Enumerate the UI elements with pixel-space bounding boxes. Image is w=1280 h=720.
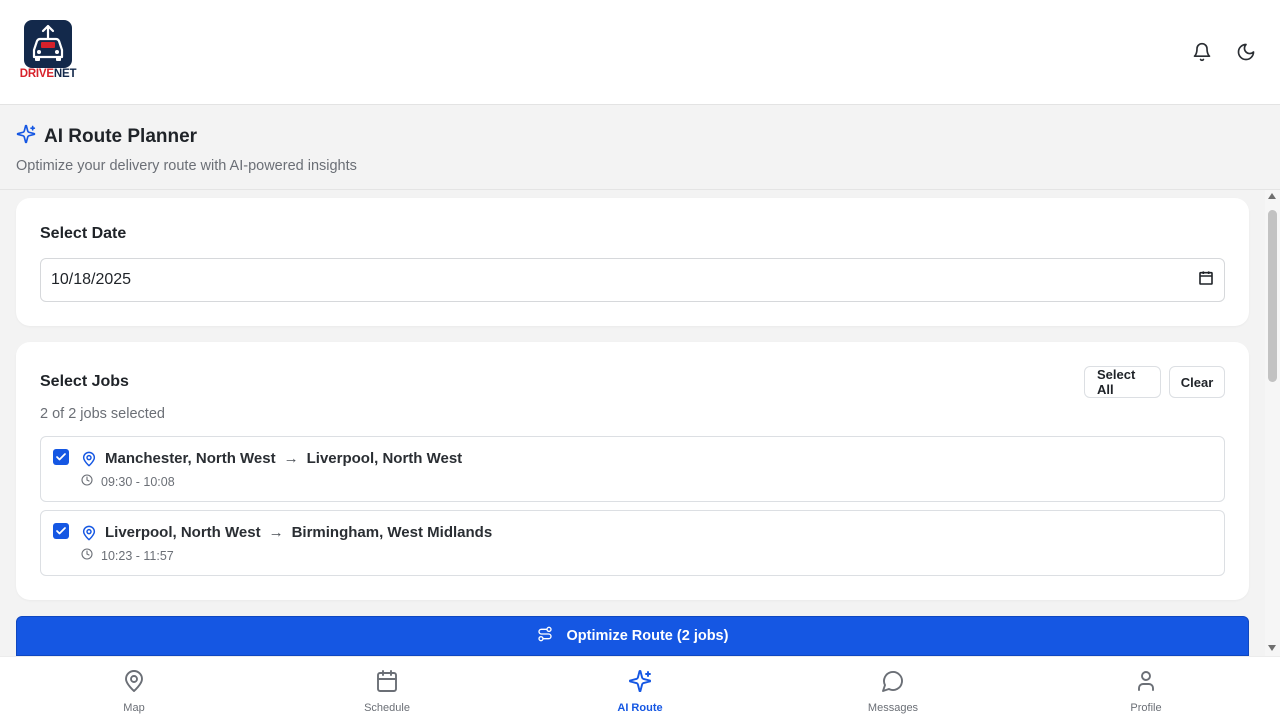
- clock-icon: [81, 474, 93, 489]
- nav-messages[interactable]: Messages: [843, 669, 943, 717]
- check-icon: [56, 527, 66, 535]
- moon-icon[interactable]: [1236, 42, 1256, 62]
- job-origin: Liverpool, North West: [105, 524, 261, 541]
- top-bar: DRIVENET: [0, 0, 1280, 105]
- page-title: AI Route Planner: [44, 125, 198, 147]
- arrow-right-icon: →: [283, 450, 299, 467]
- nav-ai-route[interactable]: AI Route: [590, 669, 690, 717]
- job-destination: Birmingham, West Midlands: [291, 524, 493, 541]
- route-icon: [537, 626, 553, 646]
- date-input[interactable]: 10/18/2025: [40, 258, 1225, 302]
- date-card: Select Date 10/18/2025: [16, 198, 1249, 326]
- job-destination: Liverpool, North West: [306, 450, 463, 467]
- job-checkbox[interactable]: [53, 449, 69, 465]
- scroll-thumb[interactable]: [1268, 210, 1277, 382]
- nav-label: Schedule: [364, 702, 410, 714]
- job-checkbox[interactable]: [53, 523, 69, 539]
- sparkles-icon: [16, 124, 36, 149]
- nav-label: Profile: [1130, 702, 1162, 714]
- date-value: 10/18/2025: [51, 271, 132, 288]
- optimize-route-label: Optimize Route (2 jobs): [566, 628, 729, 644]
- jobs-card: Select Jobs Select All Clear 2 of 2 jobs…: [16, 342, 1249, 600]
- scroll-down-arrow[interactable]: [1268, 645, 1276, 651]
- job-item[interactable]: Manchester, North West → Liverpool, Nort…: [40, 436, 1225, 502]
- jobs-section-title: Select Jobs: [40, 373, 129, 390]
- nav-map[interactable]: Map: [84, 669, 184, 717]
- nav-label: AI Route: [617, 702, 663, 714]
- select-all-button[interactable]: Select All: [1084, 366, 1161, 398]
- page-subtitle: Optimize your delivery route with AI-pow…: [16, 158, 357, 174]
- job-time: 10:23 - 11:57: [81, 548, 174, 563]
- bell-icon[interactable]: [1192, 42, 1212, 62]
- map-pin-icon: [81, 451, 97, 467]
- arrow-right-icon: →: [268, 524, 284, 541]
- bottom-nav: Map Schedule AI Route Messages Profile: [0, 656, 1280, 720]
- logo-wordmark: DRIVENET: [18, 68, 78, 80]
- map-pin-icon: [122, 669, 146, 698]
- nav-profile[interactable]: Profile: [1096, 669, 1196, 717]
- calendar-icon: [375, 669, 399, 698]
- drivenet-logo[interactable]: DRIVENET: [18, 20, 78, 82]
- date-section-title: Select Date: [40, 225, 127, 242]
- job-route: Liverpool, North West → Birmingham, West…: [105, 524, 492, 541]
- logo-text-drive: DRIVE: [19, 68, 54, 80]
- chat-bubble-icon: [881, 669, 905, 698]
- job-time-range: 09:30 - 10:08: [101, 474, 175, 489]
- page-header: AI Route Planner Optimize your delivery …: [16, 124, 357, 174]
- scroll-up-arrow[interactable]: [1268, 193, 1276, 199]
- vertical-scrollbar[interactable]: [1265, 190, 1280, 656]
- check-icon: [56, 453, 66, 461]
- clear-button[interactable]: Clear: [1169, 366, 1225, 398]
- job-origin: Manchester, North West: [105, 450, 276, 467]
- sparkles-icon: [628, 669, 652, 698]
- job-route: Manchester, North West → Liverpool, Nort…: [105, 450, 462, 467]
- map-pin-icon: [81, 525, 97, 541]
- car-upload-icon: [32, 24, 64, 61]
- user-icon: [1134, 669, 1158, 698]
- nav-label: Messages: [867, 702, 919, 714]
- logo-badge: [24, 20, 72, 68]
- logo-text-net: NET: [53, 68, 77, 80]
- job-time: 09:30 - 10:08: [81, 474, 175, 489]
- clock-icon: [81, 548, 93, 563]
- jobs-selected-count: 2 of 2 jobs selected: [40, 406, 165, 422]
- scroll-content: Select Date 10/18/2025 Select Jobs Selec…: [0, 190, 1265, 656]
- nav-label: Map: [123, 702, 145, 714]
- calendar-icon[interactable]: [1198, 270, 1214, 291]
- nav-schedule[interactable]: Schedule: [337, 669, 437, 717]
- optimize-route-button[interactable]: Optimize Route (2 jobs): [16, 616, 1249, 656]
- job-item[interactable]: Liverpool, North West → Birmingham, West…: [40, 510, 1225, 576]
- job-time-range: 10:23 - 11:57: [101, 548, 174, 563]
